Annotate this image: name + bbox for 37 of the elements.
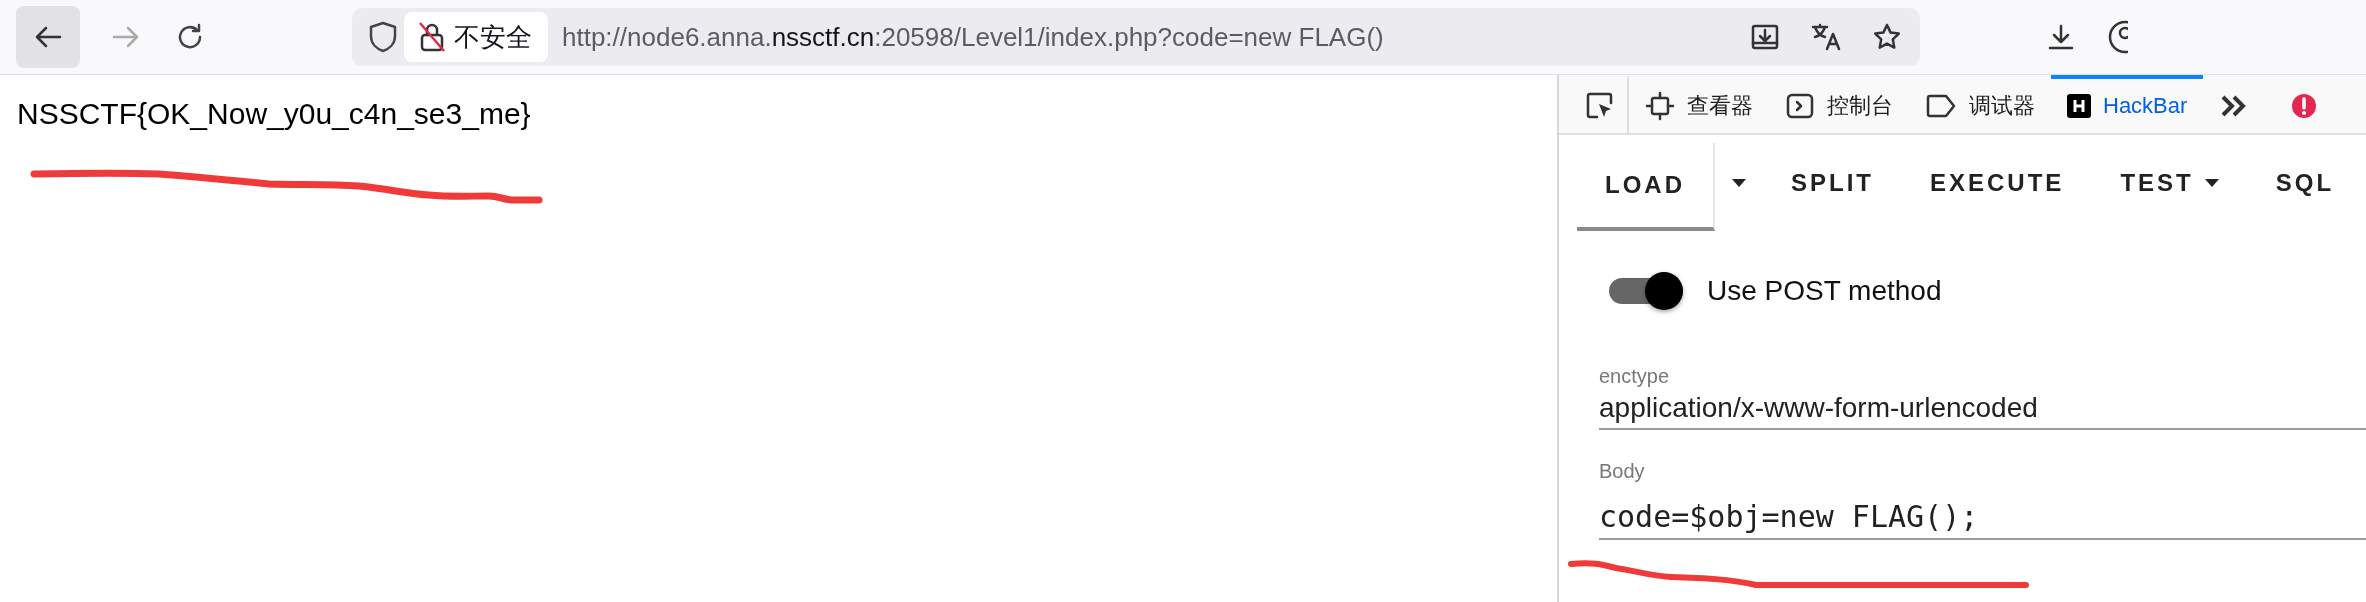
toggle-label: Use POST method <box>1707 275 1942 307</box>
address-bar[interactable]: 不安全 http://node6.anna.nssctf.cn:20598/Level1/index.php?code=new FLAG() <box>352 8 1920 66</box>
security-indicator[interactable]: 不安全 <box>404 12 548 62</box>
pick-element-icon[interactable] <box>1585 91 1615 121</box>
back-arrow-icon <box>34 25 62 49</box>
flag-text: NSSCTF{OK_Now_y0u_c4n_se3_me} <box>17 97 532 131</box>
hackbar-icon <box>2067 94 2091 118</box>
shield-icon <box>368 21 398 53</box>
devtools-tab[interactable]: 查看器 <box>1629 75 1769 133</box>
star-icon[interactable] <box>1872 22 1902 52</box>
hackbar-button[interactable]: SPLIT <box>1763 143 1902 227</box>
hackbar-button[interactable]: EXECUTE <box>1902 143 2093 227</box>
url-text[interactable]: http://node6.anna.nssctf.cn:20598/Level1/index.php?code=new FLAG() <box>562 21 1750 53</box>
hackbar-button[interactable]: SQL <box>2247 143 2363 227</box>
devtools-tab[interactable]: 调试器 <box>1909 75 2051 133</box>
inspector-icon <box>1645 91 1675 121</box>
field-label: enctype <box>1599 365 1671 388</box>
forward-arrow-icon <box>112 25 140 49</box>
form-field[interactable]: Body code=$obj=new FLAG(); <box>1599 460 2366 540</box>
tag-icon <box>1925 93 1957 119</box>
devtools-tab[interactable]: HackBar <box>2051 75 2204 133</box>
field-value: code=$obj=new FLAG(); <box>1599 499 1980 534</box>
hackbar-button[interactable]: TEST <box>2092 143 2248 227</box>
download-tray-icon[interactable] <box>1750 22 1780 52</box>
form-field[interactable]: enctype application/x-www-form-urlencoded <box>1599 365 2366 430</box>
back-button[interactable] <box>16 6 80 68</box>
account-icon[interactable] <box>2108 20 2128 54</box>
field-label: Body <box>1599 460 1646 483</box>
hackbar-button[interactable]: LOAD <box>1577 143 1715 231</box>
error-icon[interactable] <box>2291 93 2318 119</box>
field-value: application/x-www-form-urlencoded <box>1599 392 2039 424</box>
post-toggle[interactable] <box>1607 271 1685 311</box>
devtools-tab[interactable]: 控制台 <box>1769 75 1909 133</box>
translate-icon[interactable] <box>1810 22 1842 52</box>
download-icon[interactable] <box>2046 22 2076 52</box>
console-icon <box>1785 91 1815 121</box>
crossed-lock-icon <box>418 21 446 53</box>
